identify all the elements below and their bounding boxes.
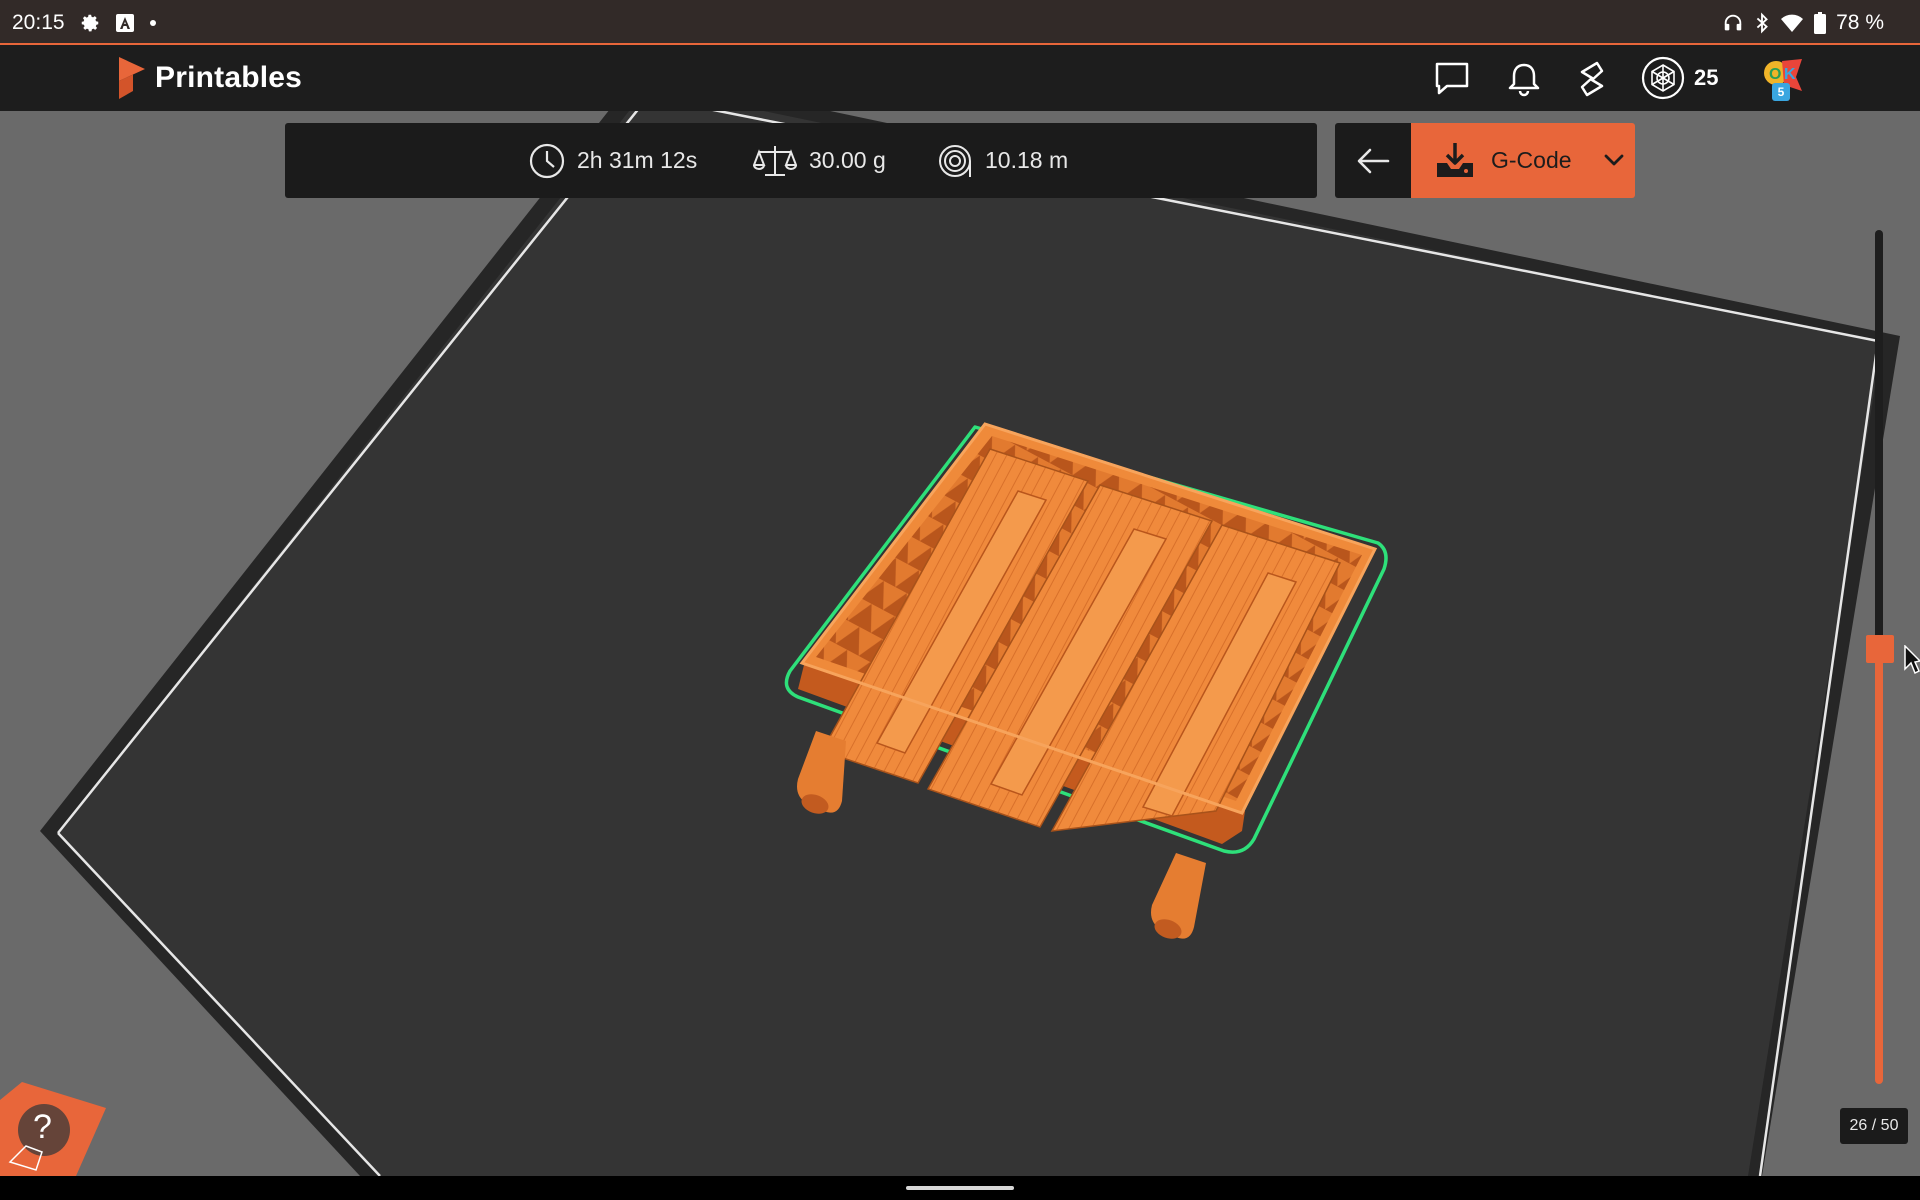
mouse-cursor-icon (1904, 645, 1920, 675)
chevron-down-icon[interactable] (1601, 145, 1627, 175)
print-time-stat: 2h 31m 12s (529, 123, 697, 198)
a-box-icon (115, 13, 135, 33)
slicer-icon[interactable] (1572, 59, 1612, 99)
scale-icon (753, 145, 797, 176)
filament-spool-icon (939, 144, 971, 177)
weight-stat: 30.00 g (753, 123, 886, 198)
status-bar: 20:15 78 % (0, 0, 1920, 45)
svg-text:K: K (1784, 66, 1796, 83)
app-name: Printables (155, 61, 303, 94)
gcode-viewport[interactable] (0, 111, 1920, 1176)
arrow-left-icon (1357, 148, 1390, 173)
layer-slider-thumb[interactable] (1866, 635, 1894, 663)
bluetooth-icon (1754, 12, 1770, 34)
help-label: ? (33, 1108, 52, 1146)
help-button[interactable]: ? (0, 1082, 112, 1176)
length-stat: 10.18 m (937, 123, 1068, 198)
print-stats-bar: 2h 31m 12s 30.00 g 10.18 m (285, 123, 1317, 198)
battery-icon (1814, 11, 1827, 34)
print-bed-scene (40, 111, 1900, 1176)
wifi-icon (1780, 13, 1804, 33)
user-avatar[interactable]: O K 5 (1762, 55, 1804, 103)
battery-level: 78 % (1836, 10, 1884, 34)
status-time: 20:15 (12, 10, 65, 34)
points-icon (1641, 56, 1685, 100)
points-count: 25 (1694, 65, 1719, 90)
clock-icon (529, 143, 565, 178)
chat-icon[interactable] (1432, 59, 1472, 99)
layer-readout: 26 / 50 (1840, 1108, 1908, 1144)
screen: 20:15 78 % Printables 25 O K 5 2h 31m 12… (0, 0, 1920, 1200)
filament-length: 10.18 m (985, 147, 1069, 173)
back-button[interactable] (1335, 123, 1411, 198)
layer-slider-track-lower[interactable] (1875, 648, 1883, 1084)
gesture-handle[interactable] (906, 1186, 1014, 1190)
layer-slider-track-upper[interactable] (1875, 230, 1883, 648)
download-label: G-Code (1491, 147, 1572, 173)
points-counter[interactable]: 25 (1640, 55, 1718, 101)
download-icon (1437, 143, 1473, 177)
print-time: 2h 31m 12s (577, 147, 698, 173)
dot-icon (149, 19, 157, 27)
filament-weight: 30.00 g (809, 147, 886, 173)
download-gcode-button[interactable]: G-Code (1411, 123, 1635, 198)
headphones-icon (1722, 12, 1744, 34)
settings-gear-icon (79, 12, 101, 34)
system-nav-bar (0, 1176, 1920, 1200)
app-header: Printables 25 O K 5 (0, 45, 1920, 111)
printables-logo[interactable]: Printables (117, 57, 302, 99)
printables-logo-icon (119, 57, 145, 99)
svg-text:O: O (1769, 66, 1781, 83)
avatar-badge: 5 (1772, 83, 1790, 101)
help-badge-icon (0, 1082, 106, 1176)
bell-icon[interactable] (1504, 59, 1544, 99)
